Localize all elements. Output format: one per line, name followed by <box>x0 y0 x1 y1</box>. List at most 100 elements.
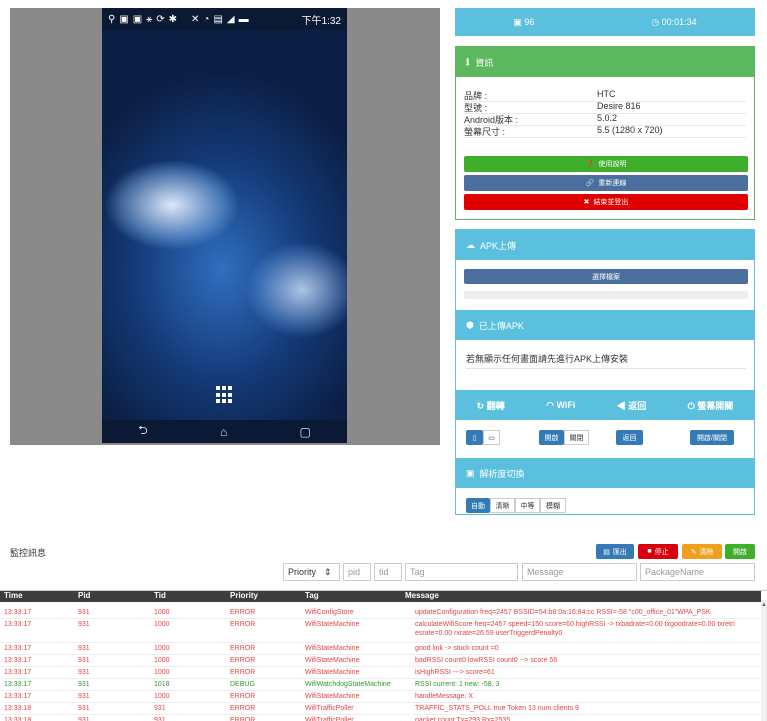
pid-filter[interactable]: pid <box>343 563 371 581</box>
fps-value: 96 <box>524 16 535 27</box>
logout-button[interactable]: ✖ 結束並登出 <box>464 194 748 210</box>
landscape-icon: ▭ <box>488 434 495 442</box>
choose-file-button[interactable]: 選擇檔案 <box>464 269 748 284</box>
rotate-icon: ↻ <box>476 400 487 411</box>
log-cell-message: calculateWifiScore freq=2457 speed=150 s… <box>415 621 735 628</box>
info-row-screen: 螢幕尺寸 : 5.5 (1280 x 720) <box>464 125 746 138</box>
back-nav-icon[interactable]: ⮌ <box>138 421 148 442</box>
log-row[interactable]: 13:33:17 931 1000 ERROR WifiStateMachine good… <box>0 644 761 655</box>
screen-toggle-button[interactable]: 開啟/關閉 <box>690 430 734 445</box>
log-cell-message: isHighRSSI ---> score=61 <box>415 669 495 676</box>
col-time[interactable]: Time <box>4 591 23 600</box>
wifi-off-button[interactable]: 關閉 <box>564 430 589 445</box>
log-cell-tid: 1000 <box>154 657 170 664</box>
export-label: 匯出 <box>612 548 627 556</box>
help-button[interactable]: ❓ 使用說明 <box>464 156 748 172</box>
start-button[interactable]: 開啟 <box>725 544 755 559</box>
log-cell-tag: WifiStateMachine <box>305 669 360 676</box>
select-arrow-icon: ⇕ <box>324 566 332 577</box>
image-icon: ▣ <box>466 467 475 478</box>
upload-progress-bar <box>464 291 748 299</box>
tid-filter[interactable]: tid <box>374 563 402 581</box>
back-label: 返回 <box>628 400 647 411</box>
stop-icon: ■ <box>647 548 652 555</box>
export-button[interactable]: ▤ 匯出 <box>596 544 634 559</box>
reconnect-button[interactable]: 🔗 重新連線 <box>464 175 748 191</box>
back-button-label: 返回 <box>622 434 637 442</box>
log-cell-pid: 931 <box>78 669 90 676</box>
cloud-upload-icon: ☁ <box>466 239 475 250</box>
info-key: 螢幕尺寸 : <box>464 127 506 137</box>
log-cell-time: 13:33:17 <box>4 657 32 664</box>
resolution-blurry-label: 模糊 <box>546 502 560 510</box>
clock-icon: ◷ <box>651 16 662 27</box>
log-cell-message: TRAFFIC_STATS_POLL true Token 13 num cli… <box>415 705 579 712</box>
log-cell-time: 13:33:17 <box>4 693 32 700</box>
package-filter[interactable]: PackageName <box>640 563 755 581</box>
log-table: Time Pid Tid Priority Tag Message 13:33:… <box>0 590 767 721</box>
wifi-on-button[interactable]: 開啟 <box>539 430 564 445</box>
sync-icon: ⟳ <box>156 13 165 25</box>
log-row[interactable]: 13:33:18 931 931 ERROR WifiTrafficPoller pack… <box>0 716 761 721</box>
landscape-button[interactable]: ▭ <box>483 430 500 445</box>
stop-button[interactable]: ■ 停止 <box>638 544 678 559</box>
timer-value: 00:01:34 <box>661 16 697 27</box>
close-icon: ✖ <box>583 199 590 206</box>
col-tid[interactable]: Tid <box>154 591 166 600</box>
log-cell-priority: ERROR <box>230 645 256 652</box>
col-tag[interactable]: Tag <box>305 591 319 600</box>
screen-power-control[interactable]: ⏻ 螢幕開關 <box>688 399 734 412</box>
phone-status-bar: ⚲ ▣ ▣ ⚹ ⟳ ✱ ✕ ◔ ▤ ◢ ▬ 下午1:32 <box>102 8 347 30</box>
log-row[interactable]: 13:33:17 931 1000 ERROR WifiStateMachine badR… <box>0 656 761 667</box>
log-cell-message: packet count Tx=293 Rx=2535 <box>415 717 511 721</box>
resolution-medium[interactable]: 中等 <box>515 498 540 513</box>
rotate-control[interactable]: ↻ 翻轉 <box>477 399 505 412</box>
power-icon: ⏻ <box>687 400 698 411</box>
log-cell-tid: 1000 <box>154 609 170 616</box>
screen-toggle-label: 開啟/關閉 <box>697 434 727 442</box>
resolution-auto[interactable]: 自動 <box>466 498 490 513</box>
back-control[interactable]: ◀ 返回 <box>617 399 647 412</box>
resolution-clear[interactable]: 清晰 <box>490 498 515 513</box>
log-row[interactable]: 13:33:17 931 1000 ERROR WifiStateMachine isHi… <box>0 668 761 679</box>
wifi-icon: ◠ <box>546 399 557 410</box>
log-scrollbar[interactable]: ▲ <box>761 600 767 721</box>
scroll-up-icon: ▲ <box>761 602 767 608</box>
log-cell-tag: WifiTrafficPoller <box>305 717 354 721</box>
recent-apps-icon[interactable]: ▢ <box>300 425 311 439</box>
uploaded-apk-title: 已上傳APK <box>478 320 524 331</box>
log-row[interactable]: 13:33:18 931 931 ERROR WifiTrafficPoller TRAF… <box>0 704 761 715</box>
log-row[interactable]: 13:33:17 931 1000 ERROR WifiStateMachine hand… <box>0 692 761 703</box>
home-nav-icon[interactable]: ⌂ <box>220 425 227 439</box>
wallpaper <box>102 30 347 420</box>
log-row[interactable]: 13:33:17 931 1018 DEBUG WifiWatchdogStateMac… <box>0 680 761 691</box>
log-row[interactable]: 13:33:17 931 1000 ERROR WifiConfigStore updat… <box>0 608 761 619</box>
back-button[interactable]: 返回 <box>616 430 643 445</box>
priority-select[interactable]: Priority ⇕ <box>283 563 340 581</box>
phone-screen[interactable]: ⚲ ▣ ▣ ⚹ ⟳ ✱ ✕ ◔ ▤ ◢ ▬ 下午1:32 ⮌ ⌂ ▢ <box>102 8 347 443</box>
tag-filter[interactable]: Tag <box>405 563 518 581</box>
app-drawer-icon[interactable] <box>216 386 234 404</box>
log-row[interactable]: 13:33:17 931 1000 ERROR WifiStateMachine calc… <box>0 620 761 643</box>
log-cell-time: 13:33:17 <box>4 621 32 628</box>
log-cell-priority: ERROR <box>230 609 256 616</box>
log-cell-message: badRSSI count0 lowRSSI count0 --> score … <box>415 657 558 664</box>
col-priority[interactable]: Priority <box>230 591 258 600</box>
message-filter[interactable]: Message <box>522 563 637 581</box>
resolution-blurry[interactable]: 模糊 <box>540 498 566 513</box>
wifi-control[interactable]: ◠ WiFi <box>546 400 575 411</box>
log-cell-priority: ERROR <box>230 621 256 628</box>
log-cell-tid: 1000 <box>154 645 170 652</box>
brush-icon: ✎ <box>690 548 697 556</box>
portrait-button[interactable]: ▯ <box>466 430 483 445</box>
log-cell-tag: WifiWatchdogStateMachine <box>305 681 391 688</box>
clear-button[interactable]: ✎ 清除 <box>682 544 722 559</box>
apk-upload-title: APK上傳 <box>480 240 517 251</box>
link-icon: 🔗 <box>585 180 595 187</box>
log-cell-priority: ERROR <box>230 693 256 700</box>
col-pid[interactable]: Pid <box>78 591 90 600</box>
col-message[interactable]: Message <box>405 591 439 600</box>
log-cell-tid: 931 <box>154 717 166 721</box>
mute-icon: ✕ <box>191 13 200 25</box>
battery-icon: ▬ <box>238 13 249 25</box>
